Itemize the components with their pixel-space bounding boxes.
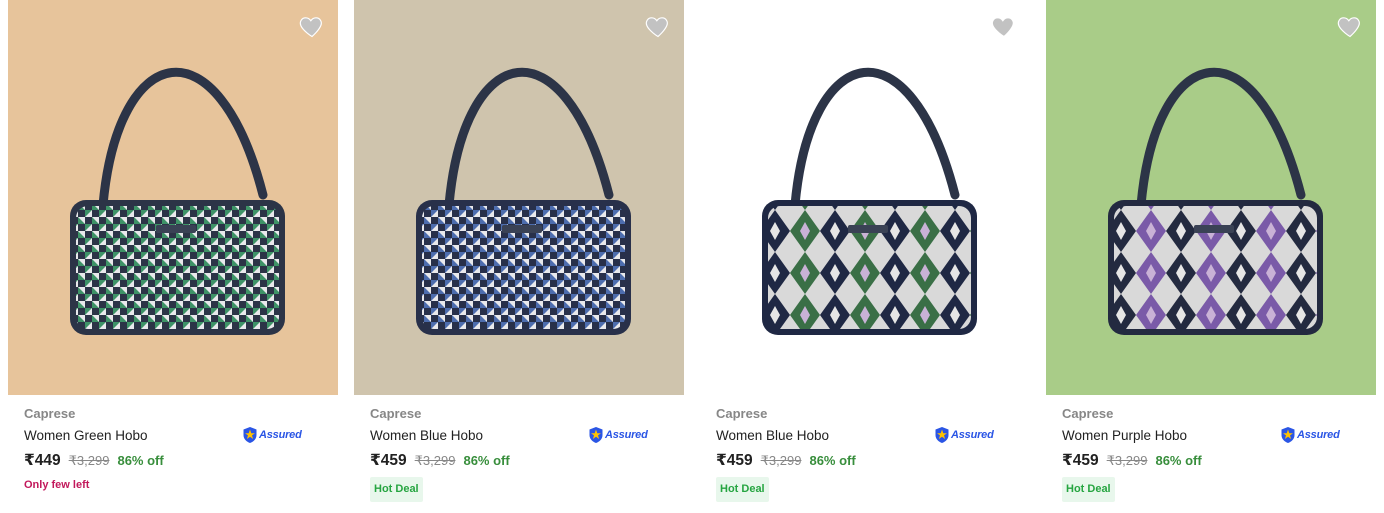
product-image[interactable] — [8, 0, 338, 395]
handbag-image — [700, 0, 1030, 395]
assured-badge: Assured — [1280, 426, 1340, 444]
wishlist-heart-icon[interactable] — [990, 12, 1018, 40]
tag-slot: Hot Deal — [716, 471, 1016, 502]
shield-icon — [589, 427, 603, 443]
price-row: ₹459 ₹3,299 86% off — [370, 451, 670, 471]
selling-price: ₹449 — [24, 452, 61, 469]
product-image[interactable] — [354, 0, 684, 395]
discount-label: 86% off — [1155, 453, 1202, 468]
handbag-image — [1046, 0, 1376, 395]
tag-slot: Only few left — [24, 479, 324, 493]
original-price: ₹3,299 — [414, 453, 456, 468]
product-card[interactable]: Caprese Women Blue Hobo Assured ₹459 ₹3,… — [354, 0, 684, 513]
wishlist-heart-icon[interactable] — [1336, 12, 1364, 40]
handbag-image — [8, 0, 338, 395]
price-row: ₹459 ₹3,299 86% off — [716, 451, 1016, 471]
discount-label: 86% off — [809, 453, 856, 468]
assured-label: Assured — [1297, 429, 1340, 441]
assured-badge: Assured — [934, 426, 994, 444]
product-info: Caprese Women Blue Hobo Assured ₹459 ₹3,… — [370, 406, 670, 502]
stock-warning: Only few left — [24, 479, 90, 491]
shield-icon — [935, 427, 949, 443]
product-brand: Caprese — [370, 406, 422, 421]
wishlist-heart-icon[interactable] — [644, 12, 672, 40]
discount-label: 86% off — [117, 453, 164, 468]
original-price: ₹3,299 — [760, 453, 802, 468]
wishlist-heart-icon[interactable] — [298, 12, 326, 40]
shield-icon — [243, 427, 257, 443]
product-image[interactable] — [700, 0, 1030, 395]
hot-deal-badge: Hot Deal — [1062, 477, 1115, 502]
assured-label: Assured — [951, 429, 994, 441]
product-brand: Caprese — [1062, 406, 1114, 421]
original-price: ₹3,299 — [1106, 453, 1148, 468]
product-info: Caprese Women Purple Hobo Assured ₹459 ₹… — [1062, 406, 1362, 502]
selling-price: ₹459 — [370, 452, 407, 469]
hot-deal-badge: Hot Deal — [370, 477, 423, 502]
shield-icon — [1281, 427, 1295, 443]
product-info: Caprese Women Blue Hobo Assured ₹459 ₹3,… — [716, 406, 1016, 502]
product-card[interactable]: Caprese Women Blue Hobo Assured ₹459 ₹3,… — [700, 0, 1030, 513]
selling-price: ₹459 — [1062, 452, 1099, 469]
tag-slot: Hot Deal — [370, 471, 670, 502]
handbag-image — [354, 0, 684, 395]
product-card[interactable]: Caprese Women Purple Hobo Assured ₹459 ₹… — [1046, 0, 1376, 513]
assured-badge: Assured — [242, 426, 302, 444]
product-brand: Caprese — [716, 406, 768, 421]
price-row: ₹449 ₹3,299 86% off — [24, 451, 324, 471]
product-brand: Caprese — [24, 406, 76, 421]
product-image[interactable] — [1046, 0, 1376, 395]
hot-deal-badge: Hot Deal — [716, 477, 769, 502]
discount-label: 86% off — [463, 453, 510, 468]
assured-badge: Assured — [588, 426, 648, 444]
product-info: Caprese Women Green Hobo Assured ₹449 ₹3… — [24, 406, 324, 493]
assured-label: Assured — [259, 429, 302, 441]
selling-price: ₹459 — [716, 452, 753, 469]
price-row: ₹459 ₹3,299 86% off — [1062, 451, 1362, 471]
original-price: ₹3,299 — [68, 453, 110, 468]
assured-label: Assured — [605, 429, 648, 441]
product-card[interactable]: Caprese Women Green Hobo Assured ₹449 ₹3… — [8, 0, 338, 513]
tag-slot: Hot Deal — [1062, 471, 1362, 502]
product-grid: Caprese Women Green Hobo Assured ₹449 ₹3… — [0, 0, 1384, 513]
